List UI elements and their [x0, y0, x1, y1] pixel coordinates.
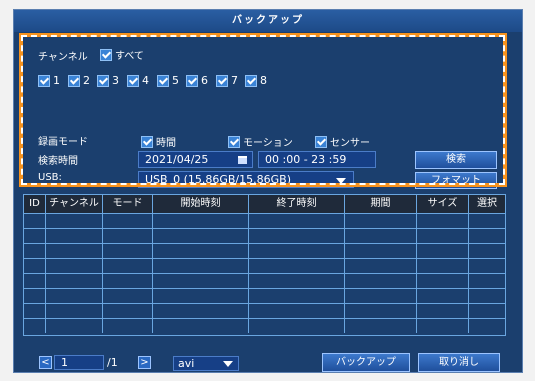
- channel-number: 6: [201, 74, 208, 87]
- channel-number: 3: [112, 74, 119, 87]
- backup-button[interactable]: バックアップ: [322, 353, 410, 372]
- column-header-select: 選択: [477, 198, 497, 209]
- usb-select[interactable]: USB_0 (15.86GB/15.86GB): [138, 171, 354, 188]
- column-header-id: ID: [24, 195, 46, 213]
- all-label: すべて: [115, 51, 144, 62]
- column-header-duration: 期間: [345, 195, 417, 213]
- channel-number: 4: [142, 74, 149, 87]
- column-header-channel: チャンネル: [46, 195, 103, 213]
- mode-sensor-checkbox[interactable]: センサー: [315, 134, 370, 149]
- channel-checkbox-5[interactable]: 5: [157, 74, 179, 87]
- channel-checkbox-3[interactable]: 3: [97, 74, 119, 87]
- mode-time-checkbox[interactable]: 時間: [141, 134, 176, 149]
- table-header: ID チャンネル モード 開始時刻 終了時刻 期間 サイズ 選択: [24, 195, 505, 213]
- channel-number: 2: [83, 74, 90, 87]
- record-mode-label: 録画モード: [38, 137, 88, 148]
- table-body: [24, 213, 505, 335]
- chevron-left-icon: <: [41, 357, 50, 368]
- chevron-right-icon: >: [140, 357, 149, 368]
- table-row[interactable]: [24, 228, 505, 243]
- time-range-field[interactable]: 00 :00 - 23 :59: [258, 151, 376, 168]
- checkbox-icon: [141, 135, 153, 148]
- checkbox-icon: [38, 74, 50, 87]
- mode-motion-checkbox[interactable]: モーション: [228, 134, 293, 149]
- prev-page-button[interactable]: <: [39, 356, 52, 369]
- format-button[interactable]: フォマット: [415, 172, 497, 189]
- channel-checkbox-8[interactable]: 8: [245, 74, 267, 87]
- channel-checkbox-6[interactable]: 6: [186, 74, 208, 87]
- all-channels-checkbox[interactable]: すべて: [100, 47, 144, 62]
- mode-label: モーション: [243, 138, 293, 149]
- checkbox-icon: [216, 74, 228, 87]
- checkbox-icon: [228, 135, 240, 148]
- search-button[interactable]: 検索: [415, 151, 497, 169]
- checkbox-icon: [68, 74, 80, 87]
- page-input[interactable]: 1: [54, 355, 104, 370]
- checkbox-icon: [100, 48, 112, 61]
- column-header-size: サイズ: [417, 195, 469, 213]
- file-type-value: avi: [178, 357, 195, 370]
- checkbox-icon: [97, 74, 109, 87]
- mode-label: センサー: [330, 138, 370, 149]
- table-row[interactable]: [24, 318, 505, 333]
- usb-label: USB:: [38, 172, 62, 183]
- file-type-select[interactable]: avi: [173, 356, 239, 371]
- table-row[interactable]: [24, 258, 505, 273]
- calendar-icon[interactable]: [238, 156, 247, 164]
- date-value: 2021/04/25: [145, 153, 209, 166]
- checkbox-icon: [315, 135, 327, 148]
- next-page-button[interactable]: >: [138, 356, 151, 369]
- table-row[interactable]: [24, 303, 505, 318]
- channel-number: 8: [260, 74, 267, 87]
- channel-number: 7: [231, 74, 238, 87]
- usb-value: USB_0 (15.86GB/15.86GB): [145, 173, 291, 186]
- table-row[interactable]: [24, 273, 505, 288]
- channel-checkbox-1[interactable]: 1: [38, 74, 60, 87]
- table-row[interactable]: [24, 213, 505, 228]
- window-title: バックアップ: [14, 10, 522, 32]
- chevron-down-icon: [223, 361, 233, 367]
- channel-checkbox-2[interactable]: 2: [68, 74, 90, 87]
- date-field[interactable]: 2021/04/25: [138, 151, 253, 168]
- channel-number: 1: [53, 74, 60, 87]
- channel-checkbox-4[interactable]: 4: [127, 74, 149, 87]
- column-header-mode: モード: [103, 195, 153, 213]
- page-total: /1: [107, 356, 118, 369]
- table-row[interactable]: [24, 288, 505, 303]
- checkbox-icon: [127, 74, 139, 87]
- mode-label: 時間: [156, 138, 176, 149]
- cancel-button[interactable]: 取り消し: [418, 353, 500, 372]
- column-header-end: 終了時刻: [249, 195, 345, 213]
- file-table: ID チャンネル モード 開始時刻 終了時刻 期間 サイズ 選択: [23, 194, 506, 336]
- chevron-down-icon: [336, 178, 346, 184]
- column-header-start: 開始時刻: [153, 195, 249, 213]
- search-time-label: 検索時間: [38, 156, 78, 167]
- channel-label: チャンネル: [38, 52, 88, 63]
- checkbox-icon: [186, 74, 198, 87]
- channel-checkbox-7[interactable]: 7: [216, 74, 238, 87]
- checkbox-icon: [245, 74, 257, 87]
- channel-number: 5: [172, 74, 179, 87]
- checkbox-icon: [157, 74, 169, 87]
- table-row[interactable]: [24, 243, 505, 258]
